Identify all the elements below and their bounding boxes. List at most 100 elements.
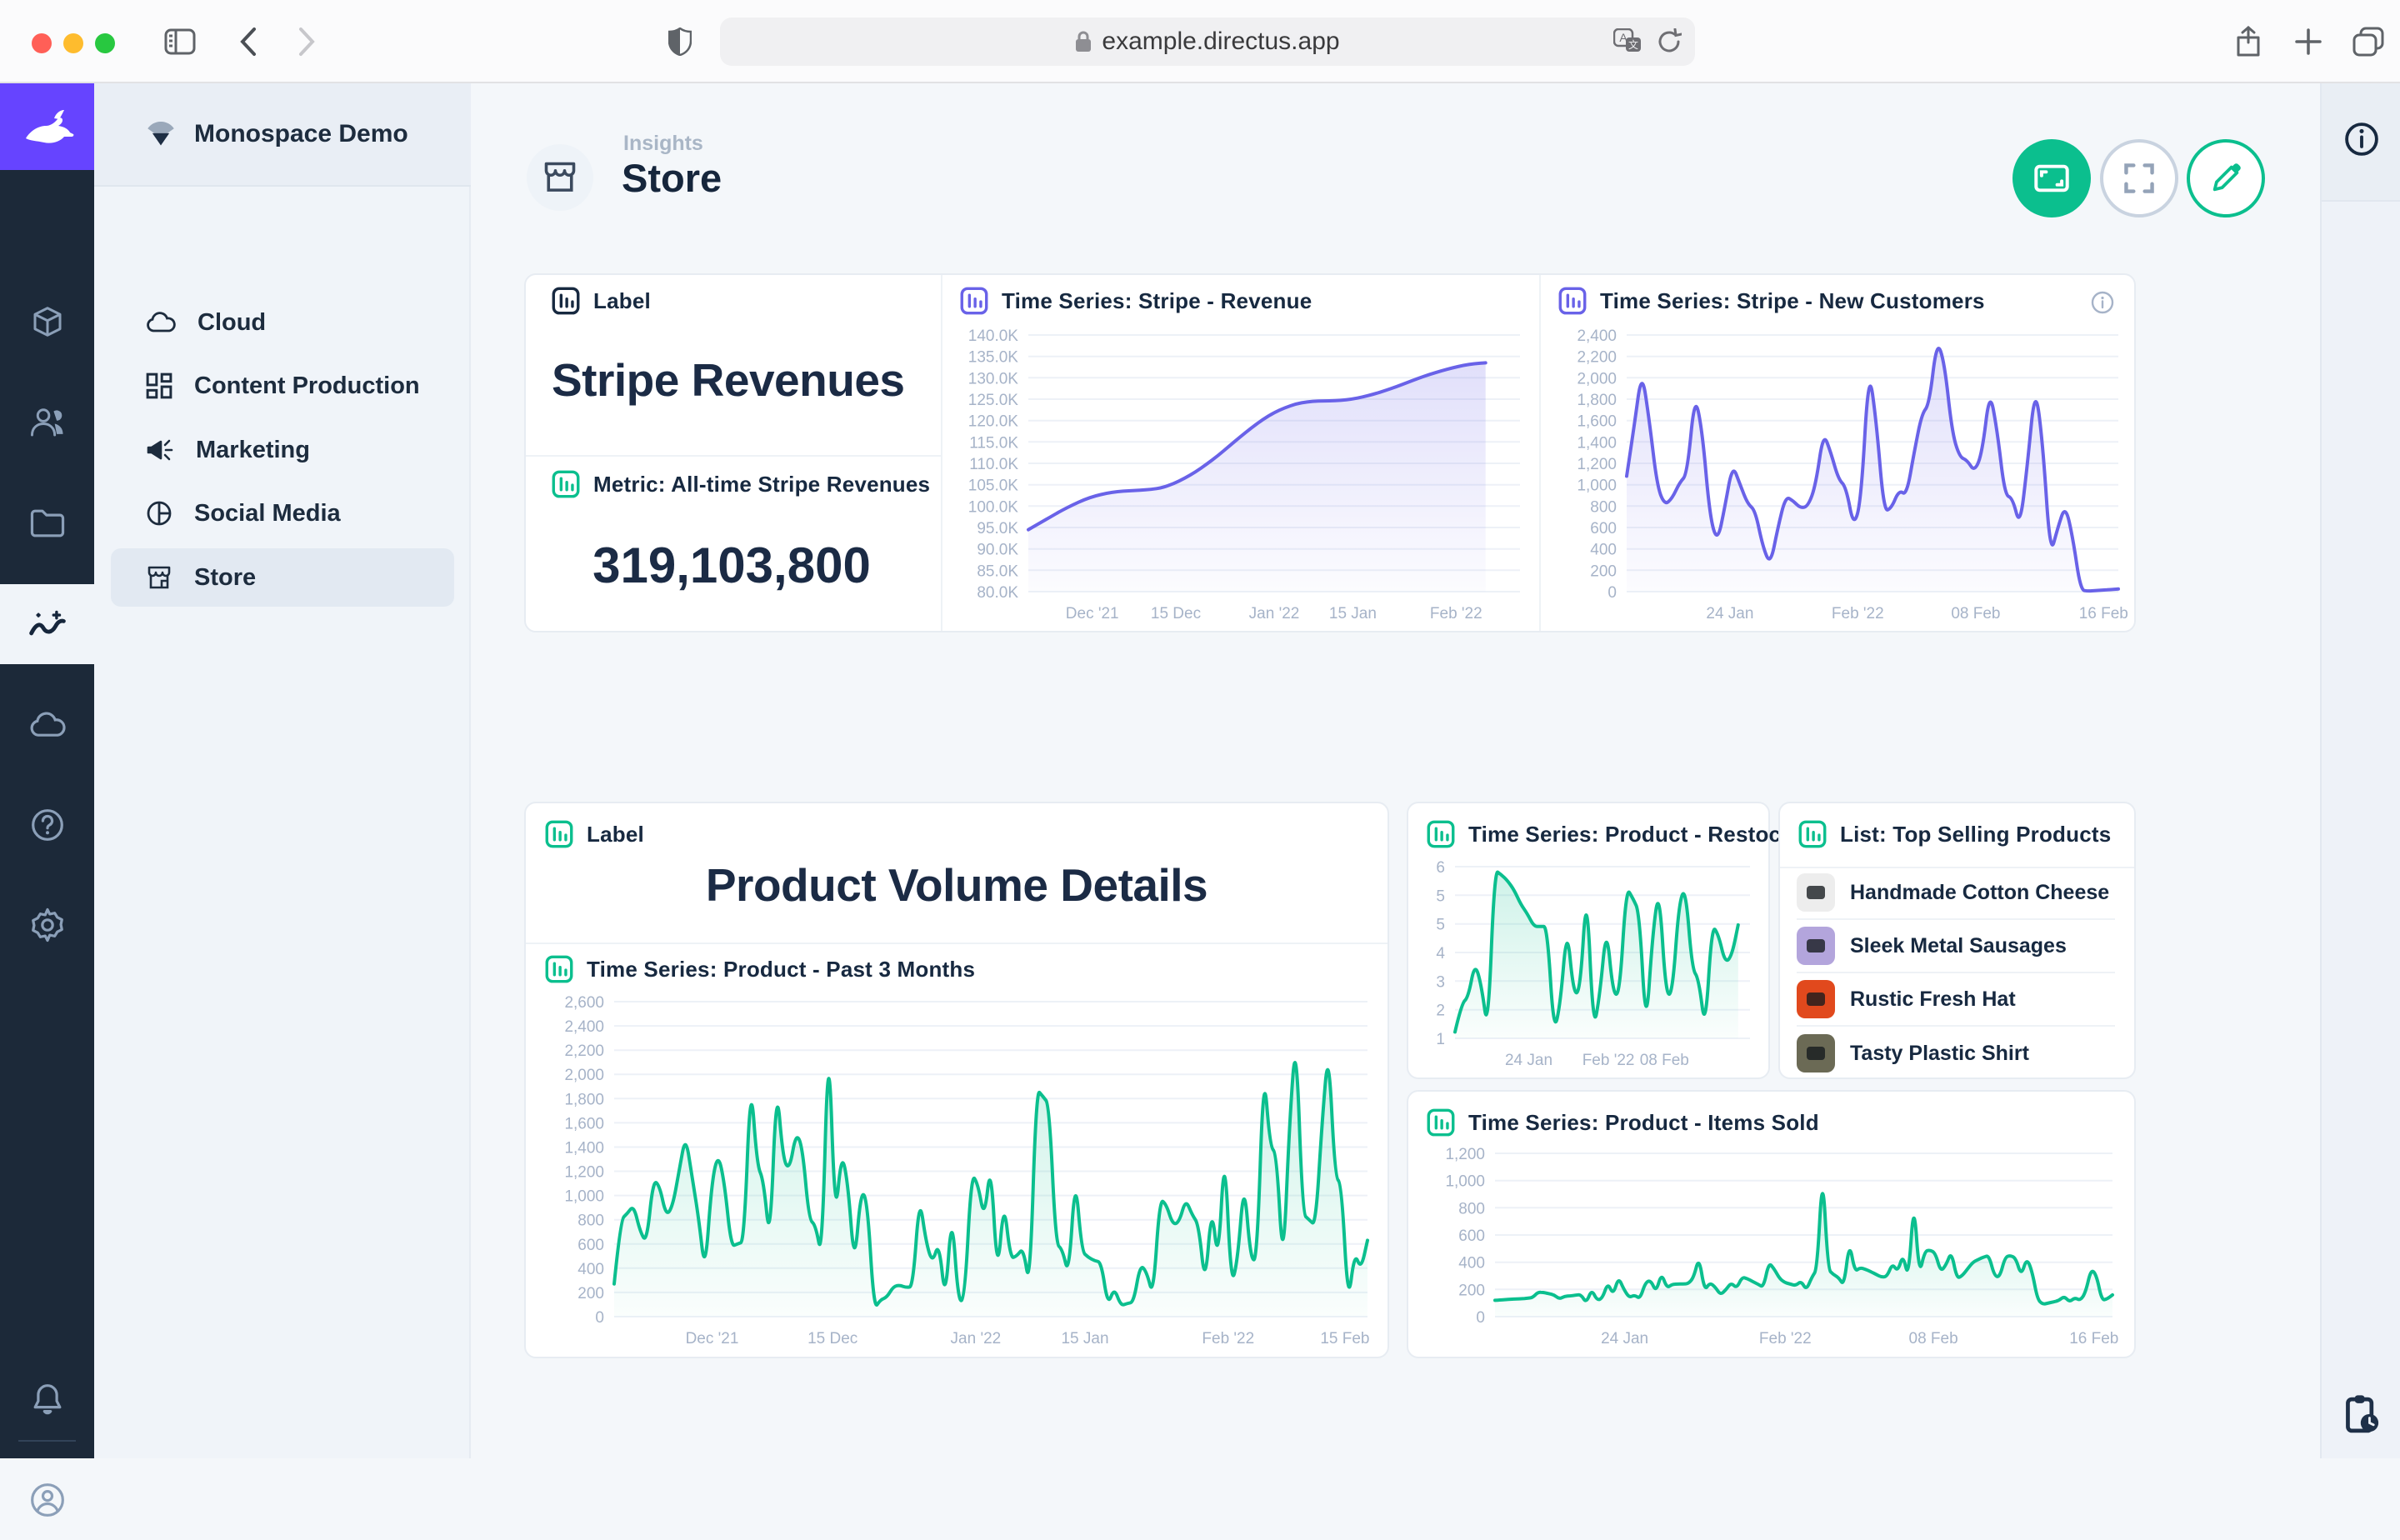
window-zoom-button[interactable] bbox=[95, 33, 115, 53]
product-row[interactable]: Sleek Metal Sausages bbox=[1797, 920, 2115, 973]
info-icon[interactable] bbox=[2322, 120, 2400, 158]
panel-title: Time Series: Product - Items Sold bbox=[1468, 1110, 1819, 1136]
right-sidebar bbox=[2320, 83, 2400, 1458]
svg-text:80.0K: 80.0K bbox=[977, 584, 1018, 602]
svg-text:400: 400 bbox=[1458, 1255, 1485, 1272]
sidebar-item-label: Store bbox=[194, 564, 256, 592]
panel-type-icon bbox=[1427, 820, 1455, 848]
sidebar-item-marketing[interactable]: Marketing bbox=[111, 421, 454, 479]
module-help[interactable] bbox=[0, 785, 94, 865]
svg-text:15 Dec: 15 Dec bbox=[808, 1330, 858, 1348]
svg-text:Jan '22: Jan '22 bbox=[951, 1330, 1002, 1348]
svg-text:15 Feb: 15 Feb bbox=[1320, 1330, 1369, 1348]
url-text: example.directus.app bbox=[1102, 28, 1339, 56]
panel-header-revenue: Time Series: Stripe - Revenue bbox=[960, 287, 1312, 315]
tabs-overview-icon[interactable] bbox=[2348, 22, 2388, 62]
activity-log-icon[interactable] bbox=[2322, 1393, 2400, 1437]
window-close-button[interactable] bbox=[32, 33, 52, 53]
sidebar-item-content-production[interactable]: Content Production bbox=[111, 357, 454, 415]
svg-text:1,000: 1,000 bbox=[1577, 478, 1617, 495]
panel-type-icon bbox=[545, 820, 573, 848]
product-thumbnail bbox=[1797, 873, 1835, 912]
product-thumbnail bbox=[1797, 1034, 1835, 1072]
url-bar[interactable]: example.directus.app A文 bbox=[720, 18, 1695, 66]
directus-logo[interactable] bbox=[0, 83, 94, 170]
panel-title: Metric: All-time Stripe Revenues bbox=[593, 472, 930, 498]
product-row[interactable]: Rustic Fresh Hat bbox=[1797, 973, 2115, 1027]
window-minimize-button[interactable] bbox=[63, 33, 83, 53]
forward-button[interactable] bbox=[287, 22, 327, 62]
panel-divider bbox=[526, 455, 941, 457]
svg-text:文: 文 bbox=[1628, 38, 1638, 51]
panel-type-icon bbox=[552, 287, 580, 315]
svg-text:Dec '21: Dec '21 bbox=[686, 1330, 739, 1348]
module-cloud[interactable] bbox=[0, 685, 94, 765]
sidebar-item-social-media[interactable]: Social Media bbox=[111, 484, 454, 542]
translate-icon[interactable]: A文 bbox=[1613, 28, 1642, 55]
sidebar-item-label: Cloud bbox=[198, 309, 266, 337]
module-content[interactable] bbox=[0, 282, 94, 362]
module-insights[interactable] bbox=[0, 584, 94, 664]
sidebar-item-label: Marketing bbox=[196, 437, 310, 464]
label-text: Product Volume Details bbox=[524, 858, 1389, 912]
pencil-icon bbox=[2209, 162, 2242, 195]
svg-text:15 Dec: 15 Dec bbox=[1151, 605, 1201, 622]
sidebar-item-label: Social Media bbox=[194, 500, 341, 528]
svg-text:125.0K: 125.0K bbox=[968, 392, 1019, 409]
svg-text:24 Jan: 24 Jan bbox=[1505, 1052, 1552, 1069]
svg-text:110.0K: 110.0K bbox=[969, 456, 1018, 473]
svg-text:2,200: 2,200 bbox=[1577, 349, 1617, 367]
svg-text:5: 5 bbox=[1436, 917, 1445, 934]
label-text: Stripe Revenues bbox=[552, 353, 905, 407]
svg-text:1,600: 1,600 bbox=[1577, 413, 1617, 431]
panel-type-icon bbox=[960, 287, 988, 315]
new-tab-icon[interactable] bbox=[2288, 22, 2328, 62]
privacy-shield-icon[interactable] bbox=[660, 22, 700, 62]
panel-title: Time Series: Product - Restocks bbox=[1468, 822, 1806, 848]
svg-text:0: 0 bbox=[595, 1309, 604, 1327]
svg-text:Feb '22: Feb '22 bbox=[1582, 1052, 1635, 1069]
svg-text:115.0K: 115.0K bbox=[969, 434, 1018, 452]
account-avatar-icon[interactable] bbox=[0, 1460, 94, 1540]
module-files[interactable] bbox=[0, 483, 94, 563]
notifications-bell-icon[interactable] bbox=[0, 1360, 94, 1440]
zoom-to-fit-button[interactable] bbox=[2012, 139, 2091, 218]
past-3-months-chart: 2,6002,4002,2002,0001,8001,6001,4001,200… bbox=[538, 993, 1378, 1350]
svg-text:1,800: 1,800 bbox=[564, 1091, 604, 1108]
svg-text:08 Feb: 08 Feb bbox=[1640, 1052, 1689, 1069]
svg-text:2,400: 2,400 bbox=[564, 1018, 604, 1036]
svg-text:1,400: 1,400 bbox=[1577, 434, 1617, 452]
sidebar-item-cloud[interactable]: Cloud bbox=[111, 293, 454, 352]
fullscreen-button[interactable] bbox=[2100, 139, 2178, 218]
product-name: Handmade Cotton Cheese bbox=[1850, 881, 2109, 905]
panel-title: Time Series: Stripe - Revenue bbox=[1002, 288, 1312, 314]
share-icon[interactable] bbox=[2228, 22, 2268, 62]
reload-icon[interactable] bbox=[1657, 28, 1682, 55]
svg-text:2: 2 bbox=[1436, 1002, 1445, 1020]
breadcrumb[interactable]: Insights bbox=[623, 132, 703, 156]
back-button[interactable] bbox=[228, 22, 268, 62]
product-row[interactable]: Handmade Cotton Cheese bbox=[1797, 867, 2115, 920]
panel-header-label: Label bbox=[552, 287, 651, 315]
product-row[interactable]: Tasty Plastic Shirt bbox=[1797, 1027, 2115, 1080]
svg-text:90.0K: 90.0K bbox=[977, 542, 1018, 559]
svg-text:600: 600 bbox=[1458, 1228, 1485, 1245]
panel-title: List: Top Selling Products bbox=[1840, 822, 2111, 848]
svg-text:200: 200 bbox=[1590, 562, 1617, 580]
sidebar-item-store[interactable]: Store bbox=[111, 548, 454, 607]
svg-text:2,000: 2,000 bbox=[564, 1067, 604, 1084]
svg-text:1,000: 1,000 bbox=[1445, 1173, 1485, 1191]
module-settings[interactable] bbox=[0, 885, 94, 965]
stripe-revenue-chart: 140.0K135.0K130.0K125.0K120.0K115.0K110.… bbox=[957, 327, 1530, 625]
svg-text:6: 6 bbox=[1436, 859, 1445, 877]
svg-text:Jan '22: Jan '22 bbox=[1249, 605, 1300, 622]
sidebar-item-label: Content Production bbox=[194, 372, 420, 400]
module-users[interactable] bbox=[0, 382, 94, 462]
svg-text:105.0K: 105.0K bbox=[968, 478, 1019, 495]
edit-dashboard-button[interactable] bbox=[2187, 139, 2265, 218]
sidebar-toggle-icon[interactable] bbox=[160, 22, 200, 62]
panel-title: Label bbox=[587, 822, 644, 848]
panel-info-icon[interactable] bbox=[2090, 290, 2115, 319]
svg-text:1,200: 1,200 bbox=[564, 1164, 604, 1182]
project-switcher[interactable]: Monospace Demo bbox=[94, 83, 471, 187]
